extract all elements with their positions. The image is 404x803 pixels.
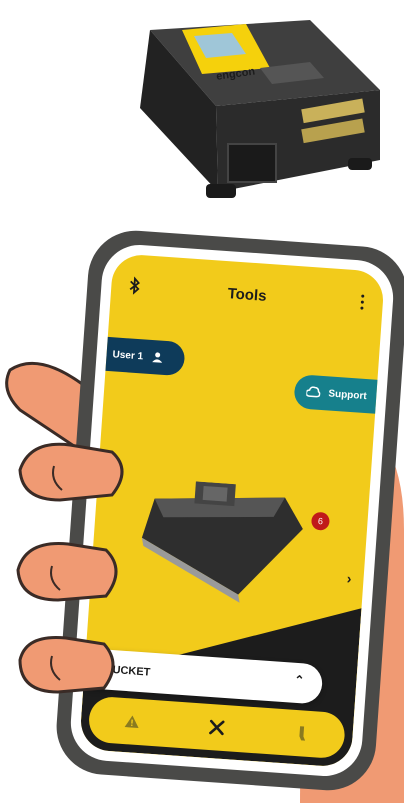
hand-fingers bbox=[16, 442, 124, 694]
